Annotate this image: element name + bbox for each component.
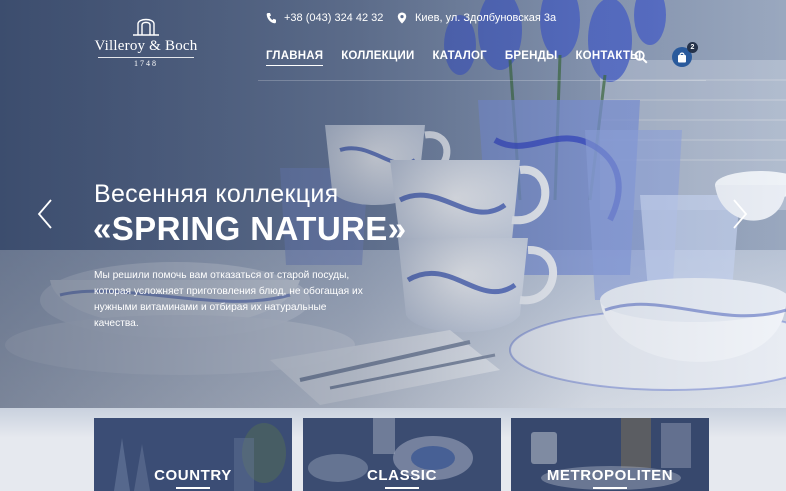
slide-title: «SPRING NATURE» (93, 210, 407, 247)
category-label: CLASSIC (366, 467, 438, 484)
main-nav: ГЛАВНАЯ КОЛЛЕКЦИИ КАТАЛОГ БРЕНДЫ КОНТАКТ… (266, 50, 660, 66)
phone-number: +38 (043) 324 42 32 (284, 12, 384, 24)
nav-item-catalog[interactable]: КАТАЛОГ (432, 50, 486, 66)
search-icon[interactable] (634, 50, 648, 64)
logo-arch-icon (133, 18, 159, 36)
prev-slide-arrow-icon[interactable] (36, 198, 54, 230)
shopping-bag-icon (678, 52, 686, 62)
category-underline (593, 487, 627, 489)
phone-contact[interactable]: +38 (043) 324 42 32 (266, 12, 383, 24)
header-divider (258, 80, 706, 81)
category-label: METROPOLITEN (546, 467, 674, 484)
slide-description: Мы решили помочь вам отказаться от старо… (94, 270, 363, 329)
brand-logo[interactable]: Villeroy & Boch 1748 (92, 14, 200, 72)
location-pin-icon (397, 12, 407, 24)
brand-name: Villeroy & Boch (94, 38, 198, 54)
brand-year: 1748 (134, 59, 158, 68)
category-underline (385, 487, 419, 489)
logo-divider (98, 57, 194, 58)
next-slide-arrow-icon[interactable] (731, 198, 749, 230)
category-card-classic[interactable]: CLASSIC (303, 418, 501, 491)
address-contact[interactable]: Киев, ул. Здолбуновская 3а (397, 12, 556, 24)
category-underline (176, 487, 210, 489)
category-card-metropoliten[interactable]: METROPOLITEN (511, 418, 709, 491)
category-card-country[interactable]: COUNTRY (94, 418, 292, 491)
nav-item-home[interactable]: ГЛАВНАЯ (266, 50, 324, 66)
nav-item-collections[interactable]: КОЛЛЕКЦИИ (341, 50, 414, 66)
phone-icon (266, 13, 276, 24)
nav-item-contacts[interactable]: КОНТАКТЫ (575, 50, 641, 66)
cart-count-badge: 2 (687, 42, 698, 53)
category-label: COUNTRY (154, 467, 232, 484)
slide-kicker: Весенняя коллекция (94, 180, 339, 208)
nav-item-brands[interactable]: БРЕНДЫ (505, 50, 558, 66)
address-text: Киев, ул. Здолбуновская 3а (415, 12, 557, 24)
